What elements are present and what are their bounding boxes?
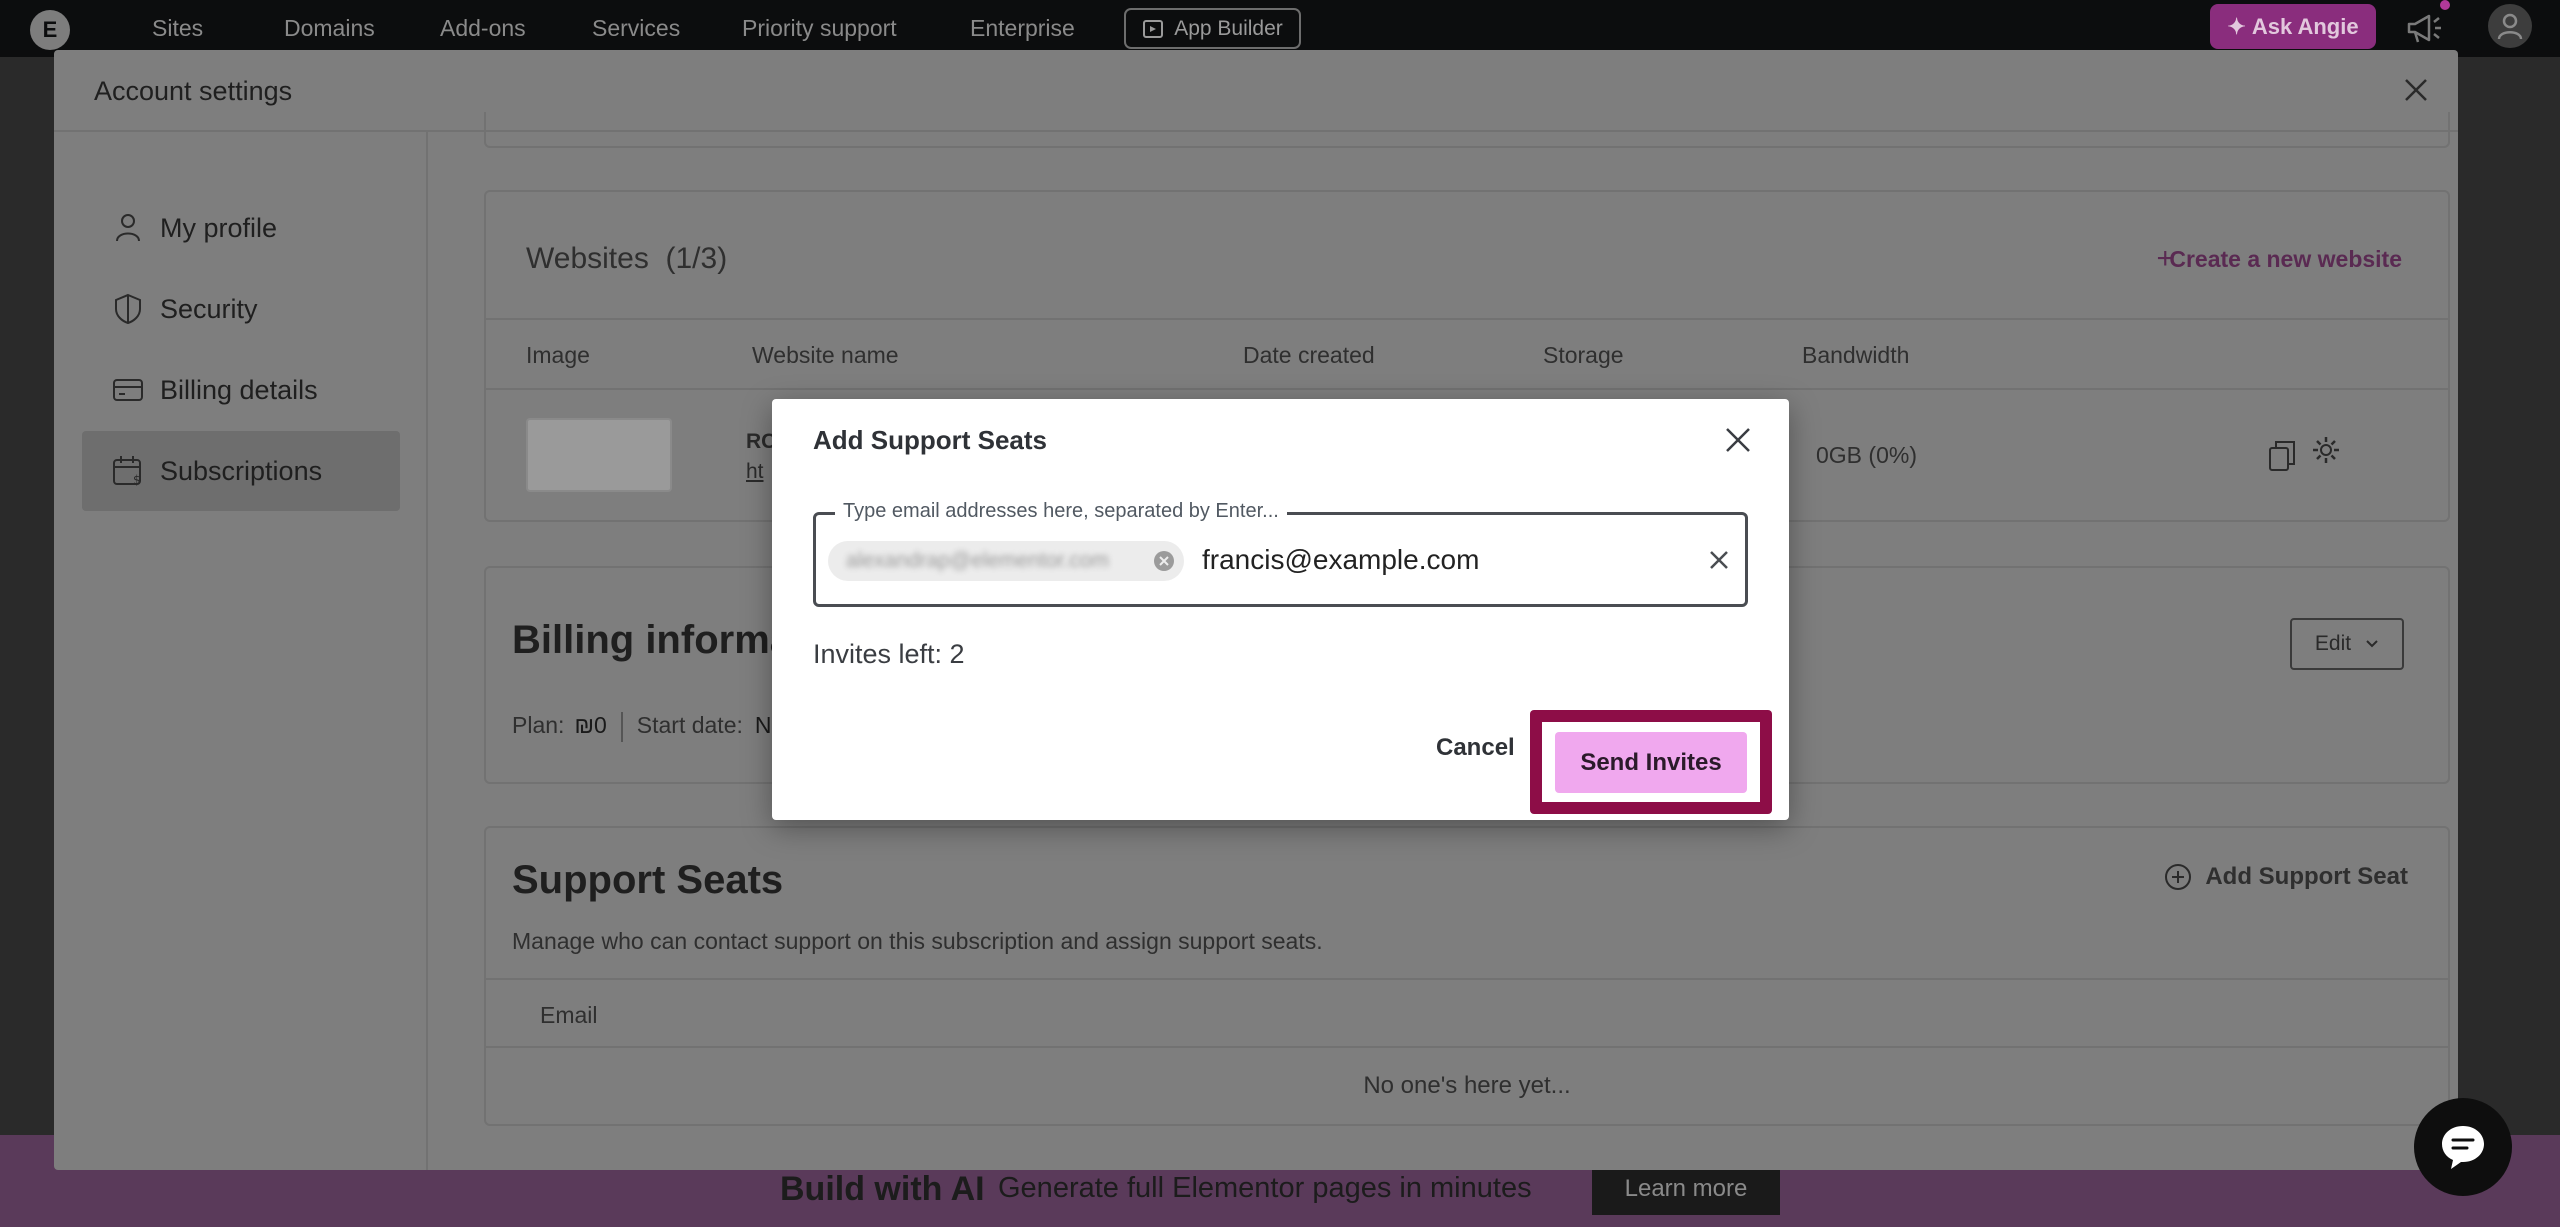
previous-card-edge	[484, 112, 2450, 148]
sidebar-item-label: Security	[160, 293, 258, 324]
chat-icon	[2442, 1126, 2484, 1169]
column-email: Email	[540, 1002, 598, 1028]
plan-value: ₪0	[574, 712, 607, 739]
add-support-seat-button[interactable]: Add Support Seat	[2163, 862, 2408, 892]
column-image: Image	[526, 342, 590, 368]
banner-text: Generate full Elementor pages in minutes	[998, 1172, 1532, 1204]
user-avatar[interactable]	[2488, 4, 2532, 48]
sidebar-item-label: Billing details	[160, 374, 318, 405]
email-field-label: Type email addresses here, separated by …	[835, 500, 1287, 523]
support-seats-card: Support Seats Add Support Seat Manage wh…	[484, 826, 2450, 1126]
credit-card-icon	[113, 379, 143, 401]
dialog-title: Add Support Seats	[813, 425, 1048, 455]
nav-item-add-ons[interactable]: Add-ons	[440, 15, 526, 42]
billing-plan-row: Plan: ₪0 Start date: N	[512, 712, 772, 742]
sparkle-icon: ✦	[2227, 13, 2246, 39]
sidebar-item-label: My profile	[160, 212, 278, 243]
column-date-created: Date created	[1243, 342, 1375, 368]
billing-edit-label: Edit	[2314, 632, 2352, 655]
app-builder-icon	[1143, 19, 1164, 38]
website-thumbnail[interactable]	[526, 418, 672, 492]
notification-dot	[2440, 0, 2450, 10]
chat-button[interactable]	[2414, 1098, 2512, 1196]
megaphone-icon[interactable]	[2405, 10, 2443, 46]
clear-icon[interactable]	[1704, 545, 1734, 575]
websites-title-text: Websites	[526, 242, 649, 275]
sidebar-item-billing-details[interactable]: Billing details	[82, 350, 400, 430]
seats-empty-state: No one's here yet...	[1363, 1072, 1571, 1099]
banner-title: Build with AI	[780, 1170, 985, 1208]
billing-title: Billing informa	[512, 618, 792, 662]
seats-table-header: Email	[486, 978, 2448, 1048]
chevron-down-icon	[2366, 640, 2378, 648]
person-icon	[116, 214, 140, 242]
close-icon[interactable]	[2400, 74, 2432, 106]
start-date-value: N	[754, 712, 772, 739]
close-icon[interactable]	[1721, 423, 1755, 457]
cancel-button[interactable]: Cancel	[1436, 734, 1515, 762]
logo-letter: E	[42, 17, 58, 42]
website-bandwidth: 0GB (0%)	[1816, 442, 1917, 468]
email-input[interactable]	[1202, 537, 1702, 583]
nav-item-domains[interactable]: Domains	[284, 15, 375, 42]
gear-icon[interactable]	[2310, 434, 2342, 466]
column-website-name: Website name	[752, 342, 899, 368]
shield-icon	[115, 293, 141, 325]
sidebar-item-label: Subscriptions	[160, 455, 323, 486]
copy-icon[interactable]	[2266, 438, 2298, 474]
top-navigation: E Sites Domains Add-ons Services Priorit…	[0, 0, 2560, 57]
user-avatar-icon	[2497, 13, 2523, 40]
billing-edit-button[interactable]: Edit	[2290, 618, 2404, 670]
email-chip-text: alexandrap@elementor.com	[846, 549, 1109, 572]
websites-count: (1/3)	[665, 242, 728, 275]
ask-angie-button[interactable]: ✦ Ask Angie	[2210, 4, 2376, 49]
sidebar-item-security[interactable]: Security	[82, 269, 400, 349]
add-support-seats-dialog: Add Support Seats Type email addresses h…	[772, 399, 1789, 820]
nav-item-services[interactable]: Services	[592, 15, 680, 42]
remove-chip-icon[interactable]	[1152, 549, 1176, 573]
websites-title: Websites (1/3)	[526, 242, 727, 276]
websites-table-header: Image Website name Date created Storage …	[486, 318, 2448, 390]
add-support-seat-label: Add Support Seat	[2205, 863, 2408, 890]
website-link[interactable]: ht	[746, 460, 764, 484]
plan-label: Plan:	[512, 712, 565, 739]
invites-left: Invites left: 2	[813, 639, 965, 669]
sidebar-item-my-profile-row[interactable]: My profile	[82, 188, 400, 268]
start-date-label: Start date:	[636, 712, 743, 739]
app-builder-label: App Builder	[1174, 16, 1283, 40]
email-chip[interactable]: alexandrap@elementor.com	[828, 541, 1184, 581]
column-bandwidth: Bandwidth	[1802, 342, 1910, 368]
support-seats-title: Support Seats	[512, 858, 784, 902]
support-seats-description: Manage who can contact support on this s…	[512, 928, 1323, 954]
app-builder-button[interactable]: App Builder	[1124, 8, 1301, 49]
calendar-dollar-icon: $	[113, 456, 141, 487]
create-new-website-link[interactable]: Create a new website	[2169, 246, 2402, 273]
nav-item-priority-support[interactable]: Priority support	[742, 15, 897, 42]
svg-text:$: $	[133, 473, 141, 487]
sidebar-item-subscriptions[interactable]: $ Subscriptions	[82, 431, 400, 511]
send-invites-button[interactable]: Send Invites	[1555, 732, 1747, 793]
column-storage: Storage	[1543, 342, 1624, 368]
ask-angie-label: Ask Angie	[2251, 13, 2359, 39]
nav-item-enterprise[interactable]: Enterprise	[970, 15, 1075, 42]
plus-circle-icon	[2165, 864, 2192, 890]
divider	[620, 712, 623, 742]
email-addresses-field[interactable]: Type email addresses here, separated by …	[813, 500, 1748, 607]
elementor-logo[interactable]: E	[30, 10, 70, 50]
panel-title: Account settings	[94, 76, 293, 106]
learn-more-button[interactable]: Learn more	[1592, 1163, 1780, 1215]
nav-item-sites[interactable]: Sites	[152, 15, 203, 42]
